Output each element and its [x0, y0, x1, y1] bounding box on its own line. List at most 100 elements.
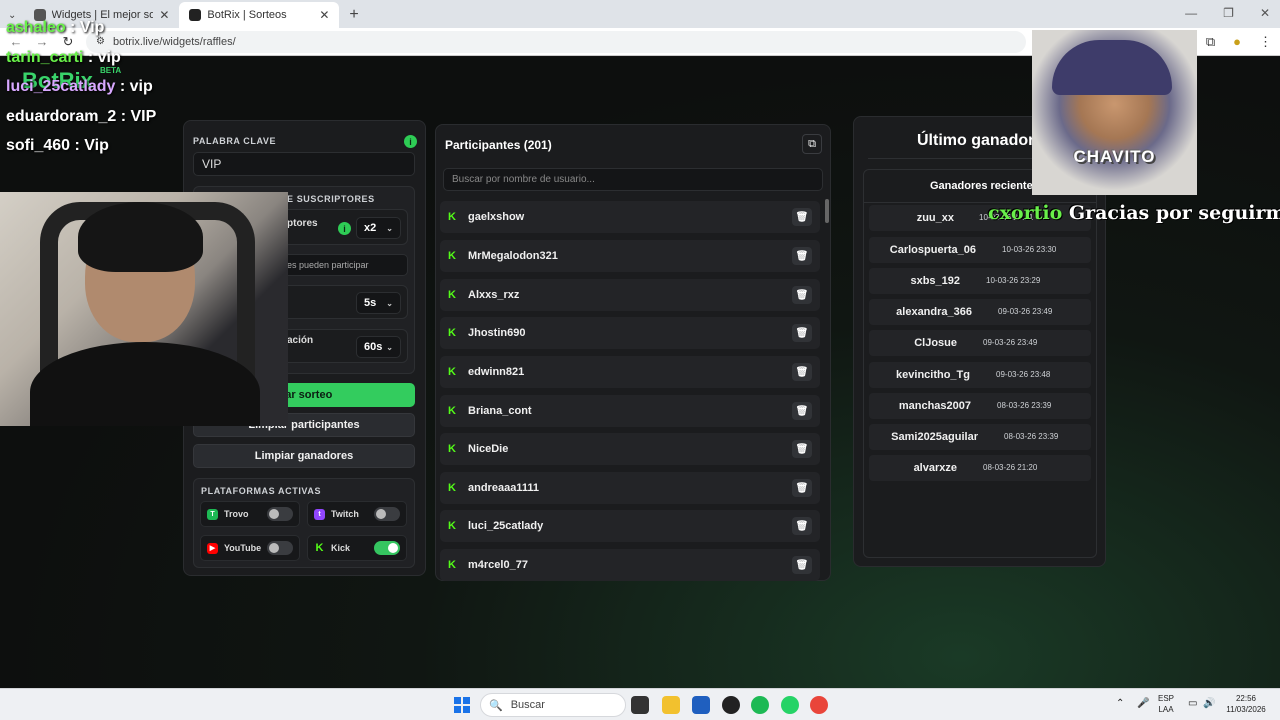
- trash-icon[interactable]: 🗑: [792, 517, 812, 535]
- participant-name: andreaaa1111: [468, 482, 539, 494]
- winner-name: manchas2007: [898, 400, 971, 412]
- new-tab-button[interactable]: +: [339, 2, 368, 28]
- clock[interactable]: 22:56 11/03/2026: [1226, 693, 1266, 715]
- follow-alert-user: cxortio: [988, 202, 1063, 224]
- multiplier-select[interactable]: x2 ⌄: [356, 217, 401, 239]
- trash-icon[interactable]: 🗑: [792, 440, 812, 458]
- trash-icon[interactable]: 🗑: [792, 324, 812, 342]
- chevron-down-icon: ⌄: [386, 298, 393, 308]
- keyword-input[interactable]: VIP: [193, 152, 415, 176]
- participant-row: Kgaelxshow 🗑: [440, 201, 820, 233]
- youtube-toggle[interactable]: [267, 541, 293, 555]
- duration-label: ación: [287, 335, 314, 346]
- chat-text: : Vip: [65, 19, 105, 36]
- winner-name: Carlospuerta_06: [889, 244, 976, 256]
- copy-icon[interactable]: ⧉: [802, 134, 822, 154]
- participant-name: Jhostin690: [468, 327, 526, 339]
- botrix-favicon-icon: [189, 9, 202, 21]
- keyword-info-icon[interactable]: i: [404, 135, 417, 148]
- winner-row: Carlospuerta_06 10-03-26 23:30: [869, 237, 1091, 263]
- multiplier-value: x2: [364, 222, 377, 234]
- participant-row: K NiceDie 🗑: [440, 433, 820, 465]
- obs-icon[interactable]: [722, 696, 740, 714]
- trash-icon[interactable]: 🗑: [792, 208, 812, 226]
- webcam-overlay: [0, 192, 288, 426]
- language-indicator[interactable]: ESP LAA: [1158, 693, 1174, 715]
- winner-row: ClJosue 09-03-26 23:49: [869, 330, 1091, 356]
- language-top: ESP: [1158, 694, 1175, 703]
- trash-icon[interactable]: 🗑: [792, 556, 812, 574]
- platform-youtube[interactable]: ▶ YouTube: [200, 535, 300, 561]
- participant-row: Kandreaaa1111 🗑: [440, 472, 820, 504]
- keyword-label: PALABRA CLAVE: [193, 136, 277, 146]
- duration-select[interactable]: 60s ⌄: [356, 336, 401, 358]
- multiplier-info-icon[interactable]: i: [338, 222, 351, 235]
- kick-icon: K: [315, 542, 324, 554]
- winner-name: alexandra_366: [896, 306, 972, 318]
- kick-toggle[interactable]: [374, 541, 400, 555]
- participant-name: MrMegalodon321: [468, 250, 558, 262]
- trash-icon[interactable]: 🗑: [792, 402, 812, 420]
- platform-name: Twitch: [331, 509, 359, 519]
- youtube-icon: ▶: [207, 542, 218, 554]
- taskbar-search[interactable]: 🔍 Buscar: [480, 693, 626, 717]
- winner-name: ClJosue: [914, 337, 957, 349]
- winner-row: sxbs_192 10-03-26 23:29: [869, 268, 1091, 294]
- menu-icon[interactable]: ⋮: [1259, 34, 1272, 50]
- participants-scrollbar[interactable]: [825, 199, 829, 223]
- chat-user: ashaleo: [6, 19, 66, 36]
- chat-message: tarin_carti : vip: [6, 49, 121, 67]
- tray-chevron-icon[interactable]: ⌃: [1116, 698, 1124, 709]
- windows-start-icon[interactable]: [454, 697, 470, 713]
- site-info-icon[interactable]: ⚙: [96, 36, 105, 47]
- browser-tab-botrix[interactable]: BotRix | Sorteos ✕: [179, 2, 340, 28]
- trash-icon[interactable]: 🗑: [792, 286, 812, 304]
- windows-taskbar: 🔍 Buscar ⌃ 🎤 ESP LAA ▭ 🔊 22:56 11/03/202…: [0, 688, 1280, 720]
- follow-alert: cxortio Gracias por seguirme!!: [988, 202, 1280, 224]
- winner-date: 09-03-26 23:49: [998, 307, 1053, 316]
- last-winner-label: Último ganador:: [917, 132, 1040, 149]
- trovo-toggle[interactable]: [267, 507, 293, 521]
- participant-row: K Briana_cont 🗑: [440, 395, 820, 427]
- participant-search-input[interactable]: Buscar por nombre de usuario...: [443, 168, 823, 191]
- winner-date: 10-03-26 23:30: [1002, 245, 1057, 254]
- time-select[interactable]: 5s ⌄: [356, 292, 401, 314]
- spotify-icon[interactable]: [751, 696, 769, 714]
- close-tab-icon[interactable]: ✕: [319, 8, 329, 22]
- twitch-toggle[interactable]: [374, 507, 400, 521]
- task-view-icon[interactable]: [631, 696, 649, 714]
- winner-date: 09-03-26 23:48: [996, 370, 1051, 379]
- minimize-icon[interactable]: —: [1185, 6, 1197, 20]
- network-icon[interactable]: ▭: [1188, 698, 1197, 709]
- chat-message: ashaleo : Vip: [6, 19, 104, 37]
- clear-winners-button[interactable]: Limpiar ganadores: [193, 444, 415, 468]
- url-input[interactable]: ⚙ botrix.live/widgets/raffles/: [86, 30, 1026, 53]
- winner-name: kevincitho_Tg: [896, 369, 970, 381]
- participants-title: Participantes (201): [445, 138, 552, 152]
- winner-row: kevincitho_Tg 09-03-26 23:48: [869, 362, 1091, 388]
- chrome-icon[interactable]: [810, 696, 828, 714]
- platform-trovo[interactable]: T Trovo: [200, 501, 300, 527]
- trash-icon[interactable]: 🗑: [792, 363, 812, 381]
- close-window-icon[interactable]: ✕: [1260, 6, 1270, 20]
- store-icon[interactable]: [692, 696, 710, 714]
- whatsapp-icon[interactable]: [781, 696, 799, 714]
- winner-name: Sami2025aguilar: [891, 431, 978, 443]
- trash-icon[interactable]: 🗑: [792, 247, 812, 265]
- subs-only-text: es pueden participar: [287, 260, 369, 270]
- maximize-icon[interactable]: ❐: [1223, 6, 1234, 20]
- profile-icon[interactable]: ●: [1233, 34, 1241, 50]
- file-explorer-icon[interactable]: [662, 696, 680, 714]
- platform-twitch[interactable]: t Twitch: [307, 501, 407, 527]
- photo-caption: CHAVITO: [1073, 147, 1156, 166]
- extension-icon[interactable]: ⧉: [1206, 34, 1215, 50]
- winner-row: manchas2007 08-03-26 23:39: [869, 393, 1091, 419]
- microphone-icon[interactable]: 🎤: [1137, 698, 1149, 709]
- window-controls: — ❐ ✕: [1185, 6, 1270, 20]
- participant-name: NiceDie: [468, 443, 509, 455]
- close-tab-icon[interactable]: ✕: [159, 8, 169, 22]
- winner-name: alvarxze: [913, 462, 957, 474]
- trash-icon[interactable]: 🗑: [792, 479, 812, 497]
- volume-icon[interactable]: 🔊: [1203, 698, 1215, 709]
- platform-kick[interactable]: K Kick: [307, 535, 407, 561]
